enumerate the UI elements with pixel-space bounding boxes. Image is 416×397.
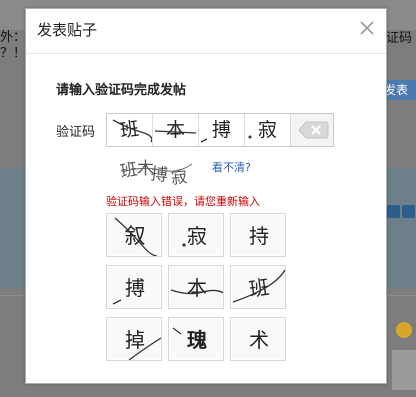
choice-cell[interactable]: 本 bbox=[168, 265, 224, 309]
dialog-title: 发表贴子 bbox=[37, 21, 98, 39]
background-icon bbox=[402, 205, 415, 218]
background-avatar bbox=[392, 350, 416, 390]
captcha-slot[interactable]: 寂 bbox=[245, 114, 291, 146]
captcha-slot[interactable]: 本 bbox=[153, 114, 199, 146]
background-text: ？！ bbox=[0, 46, 27, 61]
error-message: 验证码输入错误，请您重新输入 bbox=[106, 195, 260, 208]
choice-cell[interactable]: 叙 bbox=[106, 213, 162, 257]
choice-cell[interactable]: 术 bbox=[230, 317, 286, 361]
choice-cell[interactable]: 班 bbox=[230, 265, 286, 309]
captcha-prompt: 请输入验证码完成发帖 bbox=[56, 83, 187, 98]
post-dialog: 发表贴子 请输入验证码完成发帖 验证码 班 本 搏 寂 班 木 搏 寂 看不清?… bbox=[25, 8, 387, 384]
choice-cell[interactable]: 瑰 bbox=[168, 317, 224, 361]
close-icon bbox=[360, 21, 374, 35]
captcha-slot[interactable]: 搏 bbox=[199, 114, 245, 146]
captcha-slot[interactable]: 班 bbox=[107, 114, 153, 146]
choice-cell[interactable]: 掉 bbox=[106, 317, 162, 361]
choice-char: 持 bbox=[249, 224, 269, 248]
code-label: 验证码 bbox=[56, 125, 96, 140]
choice-cell[interactable]: 搏 bbox=[106, 265, 162, 309]
choice-cell[interactable]: 寂 bbox=[168, 213, 224, 257]
backspace-icon bbox=[298, 121, 329, 139]
dialog-header: 发表贴子 bbox=[26, 9, 386, 54]
captcha-input[interactable]: 班 本 搏 寂 bbox=[106, 113, 334, 147]
backspace-button[interactable] bbox=[297, 119, 329, 141]
refresh-captcha-link[interactable]: 看不清? bbox=[212, 159, 251, 175]
close-button[interactable] bbox=[356, 17, 378, 39]
background-text: 证码 bbox=[386, 31, 413, 46]
choice-cell[interactable]: 持 bbox=[230, 213, 286, 257]
background-icon bbox=[387, 205, 400, 218]
captcha-image: 班 木 搏 寂 bbox=[119, 152, 194, 190]
choice-char: 术 bbox=[249, 328, 269, 352]
emoji-icon bbox=[396, 322, 412, 338]
character-choice-grid: 叙 寂 持 搏 本 班 掉 瑰 术 bbox=[106, 213, 286, 361]
